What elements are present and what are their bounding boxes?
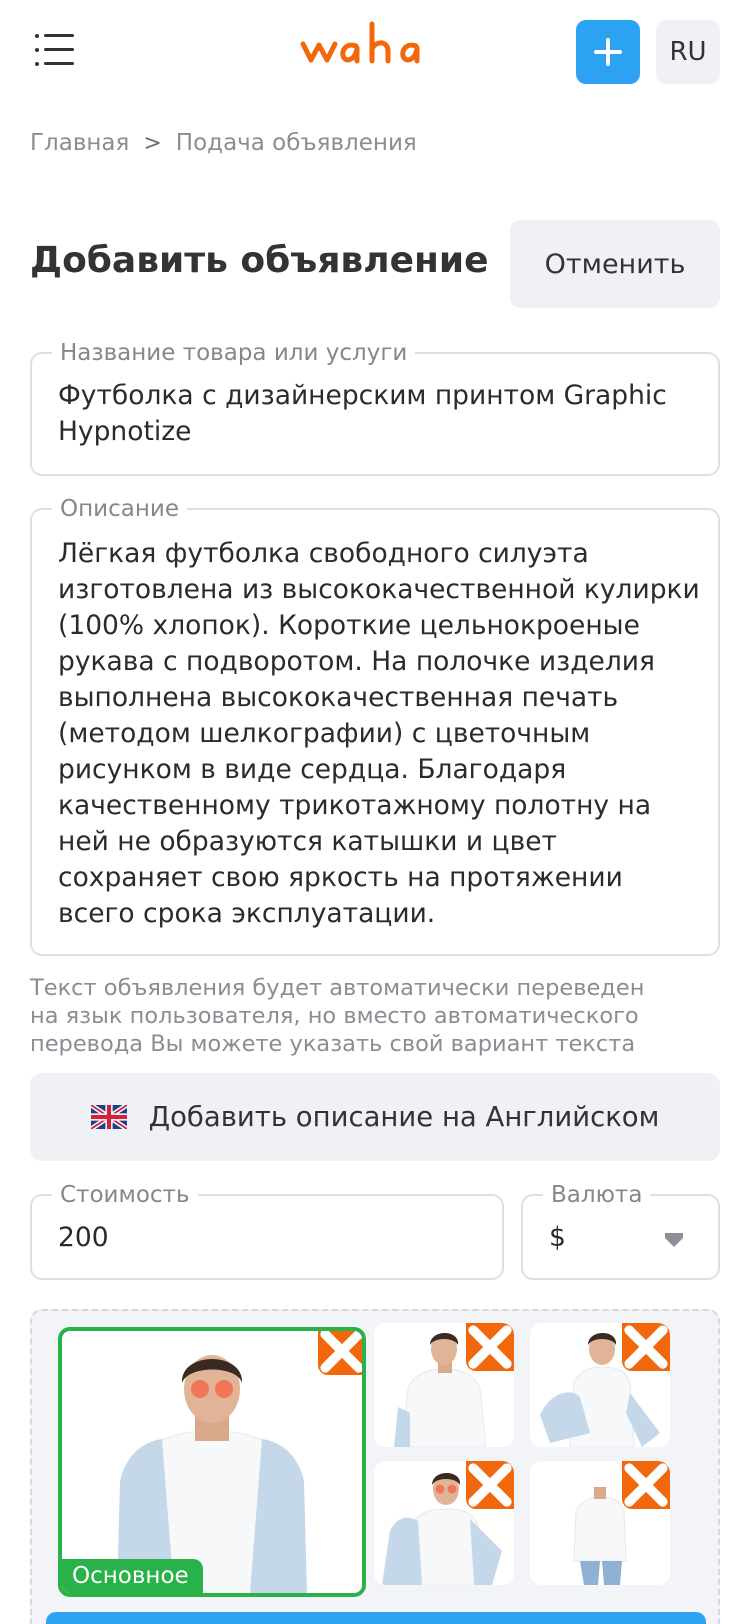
photo-thumbnail[interactable]: [374, 1461, 514, 1585]
delete-photo-button[interactable]: [466, 1323, 514, 1371]
close-icon: [624, 1463, 668, 1507]
translation-hint: Текст объявления будет автоматически пер…: [30, 975, 645, 1057]
app-header: RU: [0, 0, 750, 104]
breadcrumb: Главная > Подача объявления: [30, 130, 417, 156]
add-listing-button[interactable]: [576, 20, 640, 84]
photo-thumbnail[interactable]: [530, 1461, 670, 1585]
delete-photo-button[interactable]: [318, 1331, 362, 1375]
photo-thumbnail[interactable]: [530, 1323, 670, 1447]
main-photo-badge: Основное: [62, 1559, 203, 1593]
delete-photo-button[interactable]: [622, 1323, 670, 1371]
currency-select[interactable]: Валюта $: [521, 1181, 720, 1280]
breadcrumb-home-link[interactable]: Главная: [30, 130, 129, 156]
title-field-value[interactable]: Футболка с дизайнерским принтом Graphic …: [58, 378, 698, 450]
waha-logo[interactable]: [300, 18, 450, 72]
breadcrumb-current: Подача объявления: [175, 130, 417, 156]
currency-value: $: [549, 1222, 566, 1253]
menu-icon[interactable]: [35, 33, 75, 69]
photo-thumbnail[interactable]: [374, 1323, 514, 1447]
description-field-label: Описание: [52, 495, 187, 523]
price-input[interactable]: 200: [58, 1220, 109, 1256]
photo-upload-area[interactable]: Основное: [30, 1309, 720, 1624]
plus-icon: [594, 38, 622, 66]
close-icon: [624, 1325, 668, 1369]
close-icon: [320, 1331, 362, 1373]
breadcrumb-separator: >: [143, 130, 162, 156]
price-field[interactable]: Стоимость 200: [30, 1181, 504, 1280]
page-title: Добавить объявление: [30, 240, 489, 281]
close-icon: [468, 1463, 512, 1507]
uk-flag-icon: [90, 1105, 127, 1129]
close-icon: [468, 1325, 512, 1369]
title-field[interactable]: Название товара или услуги Футболка с ди…: [30, 339, 720, 476]
language-switch-button[interactable]: RU: [656, 20, 720, 84]
add-english-label: Добавить описание на Английском: [148, 1101, 660, 1133]
photo-thumbnail-main[interactable]: Основное: [58, 1327, 366, 1597]
dropdown-arrow-icon: [665, 1233, 683, 1247]
cancel-button[interactable]: Отменить: [510, 220, 720, 308]
add-english-description-button[interactable]: Добавить описание на Английском: [30, 1073, 720, 1161]
delete-photo-button[interactable]: [622, 1461, 670, 1509]
currency-field-label: Валюта: [543, 1181, 651, 1209]
description-field[interactable]: Описание Лёгкая футболка свободного силу…: [30, 495, 720, 956]
submit-button[interactable]: [46, 1612, 706, 1624]
model-photo-main-icon: [62, 1331, 362, 1593]
delete-photo-button[interactable]: [466, 1461, 514, 1509]
price-field-label: Стоимость: [52, 1181, 198, 1209]
description-field-value[interactable]: Лёгкая футболка свободного силуэта изгот…: [58, 536, 706, 932]
title-field-label: Название товара или услуги: [52, 339, 416, 367]
